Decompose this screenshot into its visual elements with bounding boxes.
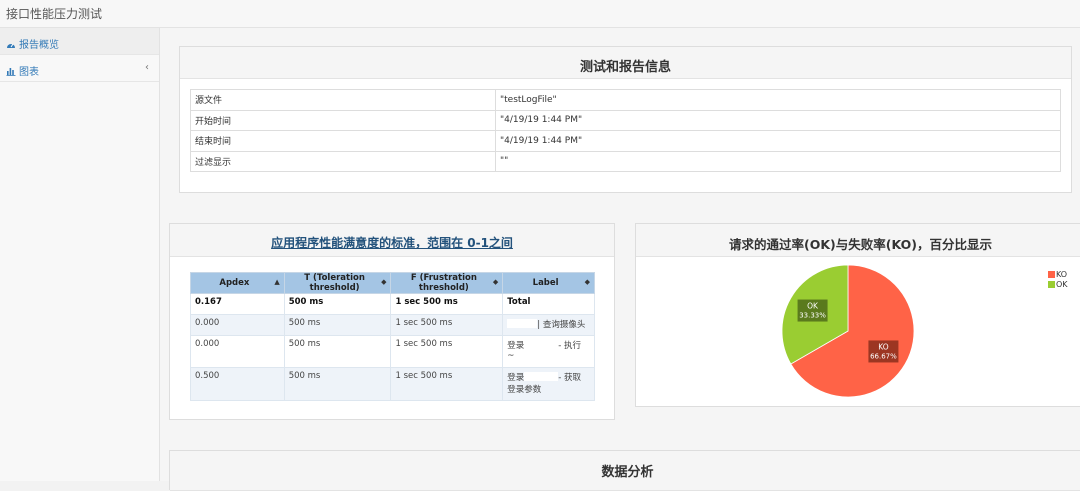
- report-info-panel: 测试和报告信息 源文件 "testLogFile" 开始时间 "4/19/19 …: [179, 46, 1072, 193]
- apdex-table: Apdex ▲ T (Toleration threshold) ◆ F (Fr…: [190, 272, 595, 401]
- table-row: 结束时间 "4/19/19 1:44 PM": [190, 130, 1061, 152]
- chart-legend: KO OK: [1048, 270, 1068, 290]
- info-key: 源文件: [190, 89, 496, 111]
- bar-chart-icon: [6, 68, 16, 76]
- pie-label-percent: 66.67%: [870, 352, 897, 360]
- report-info-table: 源文件 "testLogFile" 开始时间 "4/19/19 1:44 PM"…: [190, 89, 1061, 172]
- legend-item-ko[interactable]: KO: [1048, 270, 1068, 280]
- info-key: 开始时间: [190, 109, 496, 131]
- panel-title: 数据分析: [170, 451, 1080, 491]
- info-key: 过滤显示: [190, 150, 496, 172]
- legend-item-ok[interactable]: OK: [1048, 280, 1068, 290]
- sidebar-item-overview[interactable]: 报告概览: [0, 28, 159, 55]
- panel-title: 应用程序性能满意度的标准，范围在 0-1之间: [170, 224, 614, 257]
- sidebar-item-label: 图表: [19, 67, 39, 78]
- sort-icon: ◆: [381, 278, 387, 286]
- sort-icon: ◆: [584, 278, 590, 286]
- legend-swatch: [1048, 281, 1055, 288]
- pie-label-ko: KO66.67%: [868, 340, 899, 363]
- pie-label-percent: 33.33%: [799, 312, 826, 320]
- table-row: 0.000 500 ms 1 sec 500 ms | 查询摄像头: [190, 314, 595, 336]
- app-title: 接口性能压力测试: [6, 7, 103, 21]
- table-row: 过滤显示 "": [190, 150, 1061, 172]
- pie-label-name: KO: [878, 342, 889, 351]
- sidebar-item-charts[interactable]: 图表 ‹: [0, 55, 159, 82]
- column-header-apdex[interactable]: Apdex ▲: [190, 272, 285, 294]
- table-header-row: Apdex ▲ T (Toleration threshold) ◆ F (Fr…: [190, 272, 595, 294]
- table-row: 开始时间 "4/19/19 1:44 PM": [190, 109, 1061, 131]
- pass-rate-pie-chart: KO66.67% OK33.33%: [781, 264, 915, 398]
- sidebar: 报告概览 图表 ‹: [0, 28, 160, 481]
- apdex-title-link[interactable]: 应用程序性能满意度的标准，范围在 0-1之间: [271, 236, 513, 250]
- column-header-frustration[interactable]: F (Frustration threshold) ◆: [390, 272, 504, 294]
- table-row: 源文件 "testLogFile": [190, 89, 1061, 111]
- table-row: 0.500 500 ms 1 sec 500 ms 登录 - 获取 登录参数: [190, 367, 595, 401]
- column-header-label[interactable]: Label ◆: [502, 272, 595, 294]
- column-header-toleration[interactable]: T (Toleration threshold) ◆: [283, 272, 392, 294]
- chevron-left-icon[interactable]: ‹: [145, 62, 149, 73]
- table-row: 0.000 500 ms 1 sec 500 ms 登录 - 执行 ~: [190, 335, 595, 368]
- dashboard-icon: [7, 43, 15, 48]
- data-analysis-panel: 数据分析: [169, 450, 1080, 491]
- redacted-text: [524, 340, 559, 349]
- info-key: 结束时间: [190, 130, 496, 152]
- sort-icon: ◆: [492, 278, 499, 286]
- redacted-text: [507, 319, 538, 328]
- apdex-panel: 应用程序性能满意度的标准，范围在 0-1之间 Apdex ▲ T (Tolera…: [169, 223, 615, 420]
- legend-swatch: [1048, 271, 1055, 278]
- pie-label-name: OK: [807, 302, 819, 311]
- redacted-text: [524, 372, 559, 381]
- table-row: 0.167 500 ms 1 sec 500 ms Total: [190, 293, 595, 315]
- top-bar: 接口性能压力测试: [0, 0, 1080, 28]
- info-value: "testLogFile": [495, 89, 1061, 111]
- info-value: "4/19/19 1:44 PM": [495, 130, 1061, 152]
- pie-label-ok: OK33.33%: [797, 299, 828, 322]
- info-value: "": [495, 150, 1061, 172]
- info-value: "4/19/19 1:44 PM": [495, 109, 1061, 131]
- pass-rate-panel: 请求的通过率(OK)与失败率(KO)，百分比显示 KO 66.67% OK 33.33…: [635, 223, 1080, 407]
- main-content: 测试和报告信息 源文件 "testLogFile" 开始时间 "4/19/19 …: [160, 28, 1080, 491]
- panel-title: 测试和报告信息: [180, 47, 1071, 79]
- sort-ascending-icon: ▲: [274, 278, 280, 286]
- sidebar-item-label: 报告概览: [19, 40, 59, 51]
